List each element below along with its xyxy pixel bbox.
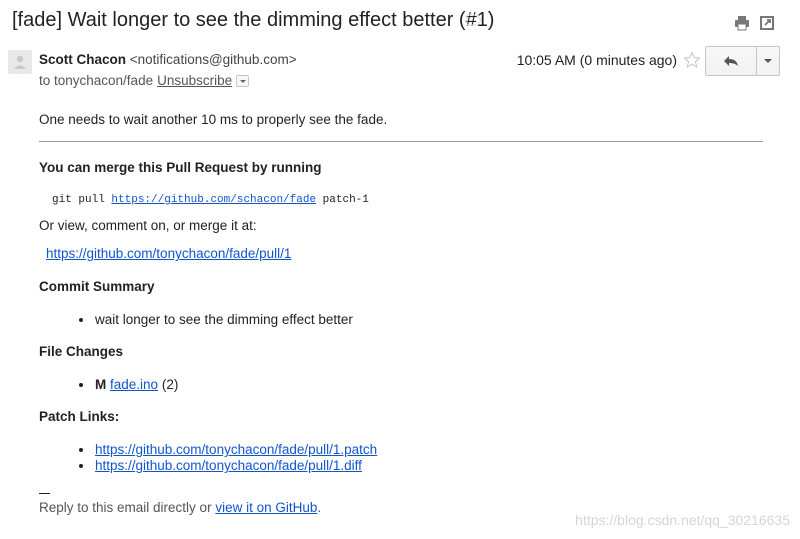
command-suffix: patch-1 xyxy=(322,194,369,206)
person-icon xyxy=(14,55,26,69)
bullet xyxy=(79,383,83,387)
patch-links-heading: Patch Links: xyxy=(39,409,120,424)
file-link[interactable]: fade.ino xyxy=(110,377,158,392)
unsubscribe-link[interactable]: Unsubscribe xyxy=(157,73,232,88)
label-tag-icon[interactable] xyxy=(466,14,482,26)
divider xyxy=(39,141,763,142)
sender-name[interactable]: Scott Chacon xyxy=(39,52,126,67)
bullet xyxy=(79,318,83,322)
file-changes-heading: File Changes xyxy=(39,344,124,359)
star-icon[interactable] xyxy=(683,51,701,69)
new-window-icon[interactable] xyxy=(759,15,775,31)
bullet xyxy=(79,448,83,452)
watermark: https://blog.csdn.net/qq_30216635 xyxy=(575,512,790,528)
chevron-down-icon xyxy=(764,59,772,63)
reply-footer: Reply to this email directly or view it … xyxy=(39,500,321,515)
bullet xyxy=(79,464,83,468)
sender-line: Scott Chacon <notifications@github.com> xyxy=(39,52,297,67)
more-actions-button[interactable] xyxy=(756,47,779,75)
github-link[interactable]: view it on GitHub xyxy=(215,500,317,515)
print-icon[interactable] xyxy=(734,15,750,31)
reply-prefix: Reply to this email directly or xyxy=(39,500,212,515)
file-change-count: (2) xyxy=(161,377,179,392)
sender-email: <notifications@github.com> xyxy=(129,52,297,67)
diff-link[interactable]: https://github.com/tonychacon/fade/pull/… xyxy=(95,458,362,473)
merge-heading: You can merge this Pull Request by runni… xyxy=(39,160,322,175)
pull-request-link[interactable]: https://github.com/tonychacon/fade/pull/… xyxy=(46,246,291,261)
patch-link[interactable]: https://github.com/tonychacon/fade/pull/… xyxy=(95,442,377,457)
command-prefix: git pull xyxy=(52,194,105,206)
repo-link[interactable]: https://github.com/schacon/fade xyxy=(111,194,316,206)
signature-separator xyxy=(39,493,50,494)
timestamp: 10:05 AM (0 minutes ago) xyxy=(516,52,677,68)
details-dropdown-icon[interactable] xyxy=(236,75,250,88)
reply-button[interactable] xyxy=(706,47,756,75)
email-subject: [fade] Wait longer to see the dimming ef… xyxy=(12,9,495,31)
reply-button-group xyxy=(705,46,780,76)
recipient-text: to tonychacon/fade xyxy=(39,73,154,88)
avatar xyxy=(8,50,32,74)
view-text: Or view, comment on, or merge it at: xyxy=(39,218,257,233)
recipient-line: to tonychacon/fade Unsubscribe xyxy=(39,73,250,88)
reply-suffix: . xyxy=(317,500,322,515)
reply-arrow-icon xyxy=(724,56,738,66)
file-status: M xyxy=(95,377,107,392)
commit-item: wait longer to see the dimming effect be… xyxy=(95,312,353,327)
commit-summary-heading: Commit Summary xyxy=(39,279,155,294)
intro-text: One needs to wait another 10 ms to prope… xyxy=(39,112,388,127)
merge-command: git pull https://github.com/schacon/fade… xyxy=(52,194,369,206)
file-item: M fade.ino (2) xyxy=(95,377,178,392)
